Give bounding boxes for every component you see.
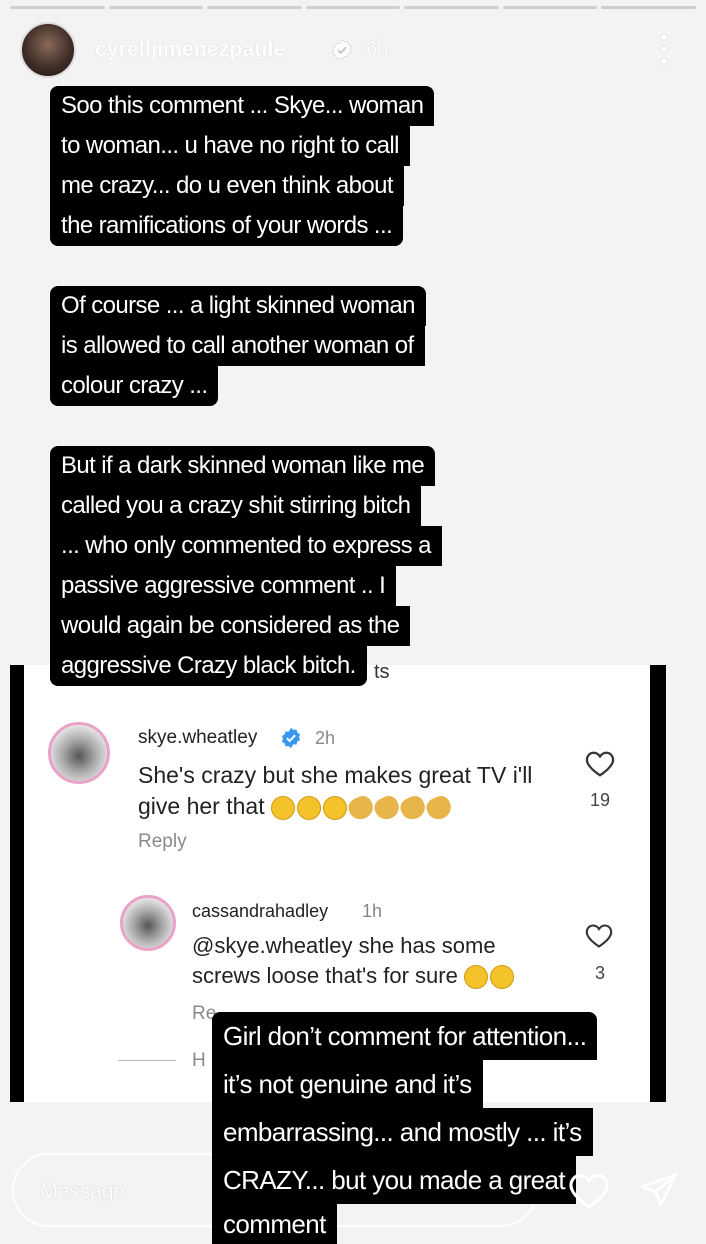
like-count: 19	[589, 790, 611, 810]
caption-block-3: But if a dark skinned woman like me call…	[50, 446, 442, 686]
story-timestamp: 6h	[366, 38, 389, 60]
comment-text: She's crazy but she makes great TV i'll …	[138, 760, 533, 823]
clapping-hands-icon	[371, 792, 403, 823]
caption-line: Soo this comment ... Skye... woman	[50, 86, 435, 126]
comment-text-line: give her that	[138, 791, 532, 823]
comment-text-line: @skye.wheatley she has some	[192, 933, 496, 958]
heart-icon[interactable]	[585, 923, 613, 949]
avatar[interactable]	[20, 22, 76, 78]
caption-line: embarrassing... and mostly ... it’s	[212, 1108, 593, 1156]
comment-text-fragment: screws loose that's for sure	[192, 963, 458, 988]
comment-text-fragment: give her that	[138, 793, 265, 819]
laughing-face-icon	[489, 965, 514, 990]
progress-segment	[601, 6, 697, 9]
heart-icon[interactable]	[585, 750, 615, 778]
verified-badge-icon	[332, 39, 352, 61]
caption-line: me crazy... do u even think about	[50, 166, 404, 206]
reply-button[interactable]: Reply	[138, 831, 187, 853]
message-placeholder: Message	[40, 1180, 126, 1203]
story-username[interactable]: cyrelljimenezpaule	[95, 38, 285, 62]
progress-segment	[502, 6, 598, 9]
clapping-hands-icon	[345, 792, 377, 823]
comment-avatar[interactable]	[120, 895, 176, 951]
laughing-face-icon	[296, 795, 321, 820]
laughing-face-icon	[270, 795, 295, 820]
send-icon[interactable]	[638, 1170, 680, 1210]
caption-line: But if a dark skinned woman like me	[50, 446, 436, 486]
comment-time: 2h	[315, 728, 336, 748]
caption-line: the ramifications of your words ...	[50, 206, 404, 246]
caption-line: Girl don’t comment for attention...	[212, 1012, 598, 1060]
story-progress-bars	[10, 6, 697, 9]
screenshot-left-border	[10, 665, 24, 1102]
heart-icon[interactable]	[568, 1172, 610, 1210]
progress-segment	[10, 6, 105, 9]
caption-line: it’s not genuine and it’s	[212, 1060, 483, 1108]
caption-line: CRAZY... but you made a great	[212, 1156, 576, 1204]
caption-line: aggressive Crazy black bitch.	[50, 646, 367, 686]
more-vertical-icon[interactable]	[660, 34, 668, 68]
comment-time: 1h	[362, 901, 383, 921]
hide-replies-line	[118, 1060, 176, 1061]
comment-username[interactable]: skye.wheatley	[138, 727, 257, 749]
progress-segment	[207, 6, 302, 9]
caption-line: would again be considered as the	[50, 606, 411, 646]
caption-line: colour crazy ...	[50, 366, 219, 406]
caption-block-4: Girl don’t comment for attention... it’s…	[212, 1012, 598, 1244]
progress-segment	[108, 6, 204, 9]
caption-line: Of course ... a light skinned woman	[50, 286, 426, 326]
verified-badge-icon	[281, 727, 301, 749]
progress-segment	[404, 6, 499, 9]
hide-replies-partial[interactable]: H	[192, 1050, 206, 1072]
comment-avatar[interactable]	[48, 722, 110, 784]
caption-line: to woman... u have no right to call	[50, 126, 410, 166]
screenshot-right-border	[650, 665, 666, 1102]
caption-line: is allowed to call another woman of	[50, 326, 425, 366]
caption-line: called you a crazy shit stirring bitch	[50, 486, 422, 526]
comment-text-line: She's crazy but she makes great TV i'll	[138, 762, 533, 788]
like-count: 3	[594, 963, 605, 983]
story-header: cyrelljimenezpaule 6h	[20, 22, 686, 78]
progress-segment	[305, 6, 401, 9]
caption-block-2: Of course ... a light skinned woman is a…	[50, 286, 426, 406]
caption-line: passive aggressive comment .. I	[50, 566, 397, 606]
caption-line: ... who only commented to express a	[50, 526, 442, 566]
comment-username[interactable]: cassandrahadley	[192, 901, 328, 922]
comment-text: @skye.wheatley she has some screws loose…	[192, 931, 516, 991]
eye-roll-face-icon	[463, 965, 488, 990]
caption-block-1: Soo this comment ... Skye... woman to wo…	[50, 86, 435, 246]
caption-line: comment	[212, 1204, 337, 1244]
comment-text-line: screws loose that's for sure	[192, 961, 516, 991]
clapping-hands-icon	[423, 792, 455, 823]
laughing-face-icon	[322, 795, 347, 820]
clapping-hands-icon	[397, 792, 429, 823]
